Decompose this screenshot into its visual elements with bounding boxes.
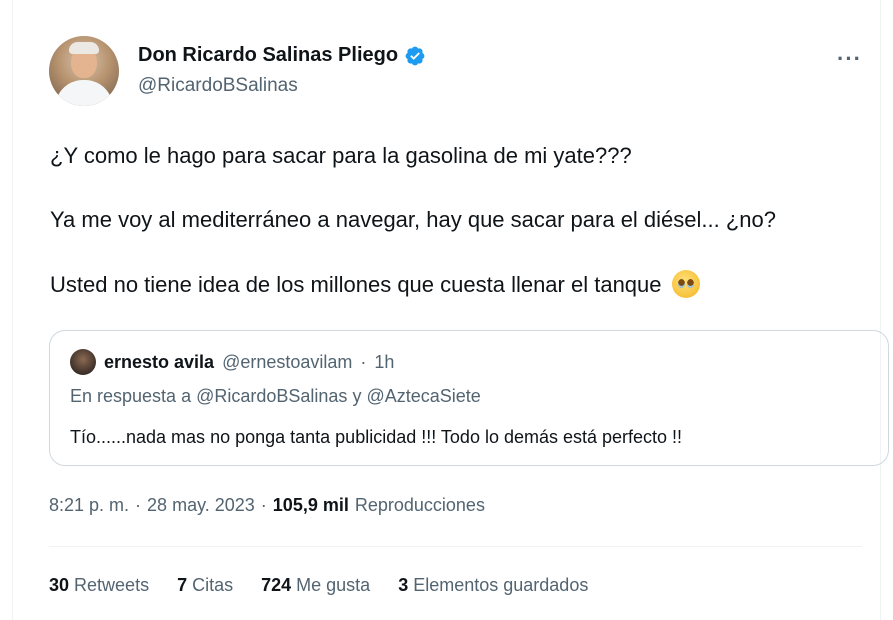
divider <box>49 546 862 547</box>
reply-mention-1: @RicardoBSalinas <box>196 386 348 406</box>
pleading-face-emoji-icon <box>671 270 700 298</box>
tweet-text-line-content: Usted no tiene idea de los millones que … <box>50 272 662 297</box>
stat-likes[interactable]: 724 Me gusta <box>261 575 370 596</box>
meta-separator: · <box>135 495 142 515</box>
quoted-tweet[interactable]: ernesto avila @ernestoavilam · 1h En res… <box>49 330 889 466</box>
more-options-icon[interactable]: ··· <box>837 46 862 72</box>
tweet-header: Don Ricardo Salinas Pliego @RicardoBSali… <box>49 36 862 108</box>
stat-label: Citas <box>192 575 234 595</box>
reply-context: En respuesta a @RicardoBSalinas y @Aztec… <box>70 386 481 407</box>
reply-mention-2: @AztecaSiete <box>366 386 481 406</box>
quoted-time: 1h <box>374 351 395 372</box>
tweet-card: Don Ricardo Salinas Pliego @RicardoBSali… <box>12 0 889 620</box>
verified-badge-icon <box>405 46 425 65</box>
stat-label: Elementos guardados <box>413 575 589 595</box>
author-avatar[interactable] <box>49 36 119 106</box>
quoted-tweet-text: Tío......nada mas no ponga tanta publici… <box>70 427 683 447</box>
tweet-text-line: ¿Y como le hago para sacar para la gasol… <box>50 143 632 168</box>
tweet-time[interactable]: 8:21 p. m. <box>49 495 129 516</box>
quoted-author-avatar <box>70 349 96 375</box>
engagement-stats: 30 Retweets 7 Citas 724 Me gusta 3 Eleme… <box>49 575 588 596</box>
tweet-meta: 8:21 p. m. · 28 may. 2023 · 105,9 mil Re… <box>49 495 485 516</box>
quoted-author-handle: @ernestoavilam <box>222 351 353 372</box>
stat-label: Me gusta <box>296 575 371 595</box>
stat-count: 30 <box>49 575 70 595</box>
tweet-text-line: Usted no tiene idea de los millones que … <box>50 270 870 299</box>
stat-retweets[interactable]: 30 Retweets <box>49 575 149 596</box>
tweet-text-line: Ya me voy al mediterráneo a navegar, hay… <box>50 207 777 232</box>
reply-prefix: En respuesta a <box>70 386 192 406</box>
quoted-tweet-header: ernesto avila @ernestoavilam · 1h <box>70 349 394 375</box>
stat-quotes[interactable]: 7 Citas <box>177 575 233 596</box>
quoted-separator: · <box>360 351 367 372</box>
author-display-name[interactable]: Don Ricardo Salinas Pliego <box>138 44 398 67</box>
stat-label: Retweets <box>74 575 150 595</box>
author-name-row: Don Ricardo Salinas Pliego <box>138 44 426 67</box>
author-handle[interactable]: @RicardoBSalinas <box>138 75 298 97</box>
meta-separator: · <box>260 495 267 515</box>
stat-count: 7 <box>177 575 188 595</box>
stat-count: 3 <box>398 575 409 595</box>
views-label: Reproducciones <box>354 495 485 515</box>
tweet-text: ¿Y como le hago para sacar para la gasol… <box>50 142 870 299</box>
avatar-hair <box>69 42 99 54</box>
stat-bookmarks[interactable]: 3 Elementos guardados <box>398 575 588 596</box>
stat-count: 724 <box>261 575 292 595</box>
tweet-date[interactable]: 28 may. 2023 <box>147 495 255 516</box>
avatar-shirt <box>55 80 113 106</box>
views-count: 105,9 mil <box>272 495 349 515</box>
reply-joiner: y <box>352 386 362 406</box>
quoted-author-name: ernesto avila <box>104 351 215 372</box>
